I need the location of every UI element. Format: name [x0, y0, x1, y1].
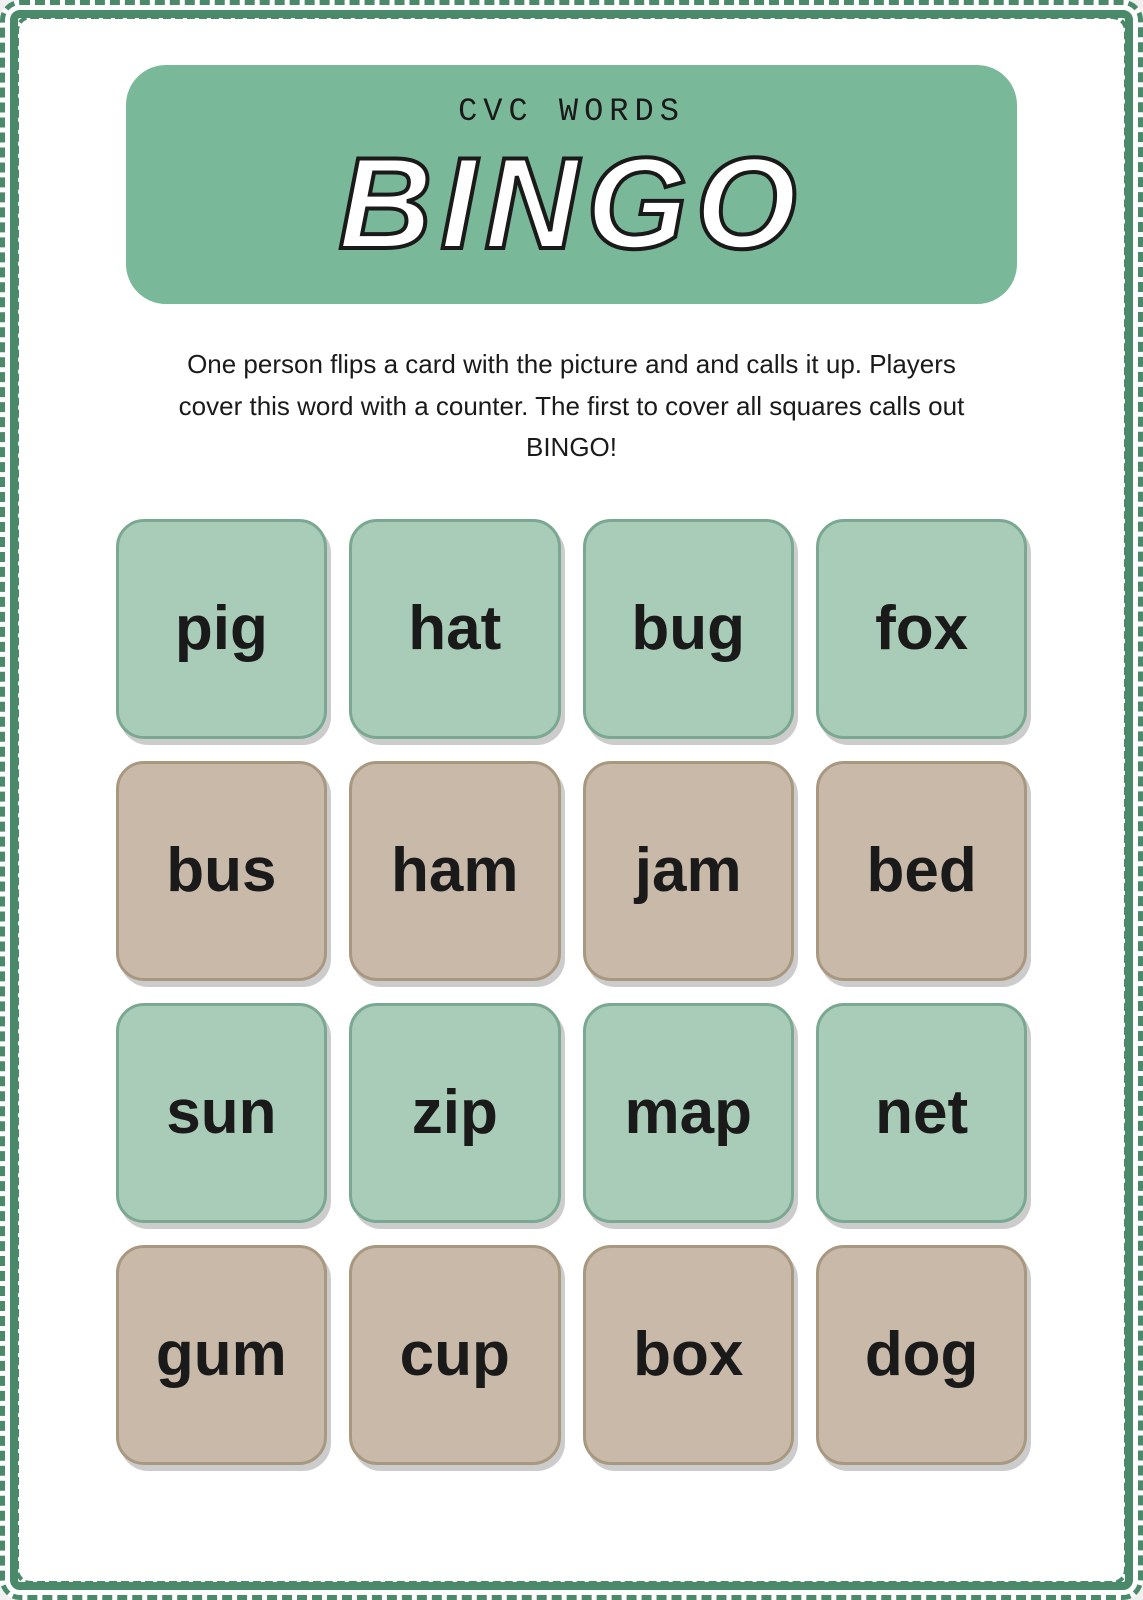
card-bus[interactable]: bus — [116, 761, 327, 981]
card-ham[interactable]: ham — [349, 761, 560, 981]
card-net[interactable]: net — [816, 1003, 1027, 1223]
card-gum[interactable]: gum — [116, 1245, 327, 1465]
card-pig[interactable]: pig — [116, 519, 327, 739]
card-dog[interactable]: dog — [816, 1245, 1027, 1465]
card-bug[interactable]: bug — [583, 519, 794, 739]
card-map[interactable]: map — [583, 1003, 794, 1223]
card-fox[interactable]: fox — [816, 519, 1027, 739]
card-hat[interactable]: hat — [349, 519, 560, 739]
bingo-grid: pig hat bug fox bus ham jam bed sun zip … — [116, 519, 1028, 1465]
card-jam[interactable]: jam — [583, 761, 794, 981]
subtitle: CVC WORDS — [458, 93, 685, 130]
instructions-text: One person flips a card with the picture… — [162, 344, 982, 469]
page: CVC WORDS BINGO One person flips a card … — [0, 0, 1143, 1600]
card-zip[interactable]: zip — [349, 1003, 560, 1223]
header-banner: CVC WORDS BINGO — [126, 65, 1017, 304]
card-sun[interactable]: sun — [116, 1003, 327, 1223]
card-cup[interactable]: cup — [349, 1245, 560, 1465]
card-box[interactable]: box — [583, 1245, 794, 1465]
card-bed[interactable]: bed — [816, 761, 1027, 981]
main-title: BINGO — [338, 138, 804, 268]
